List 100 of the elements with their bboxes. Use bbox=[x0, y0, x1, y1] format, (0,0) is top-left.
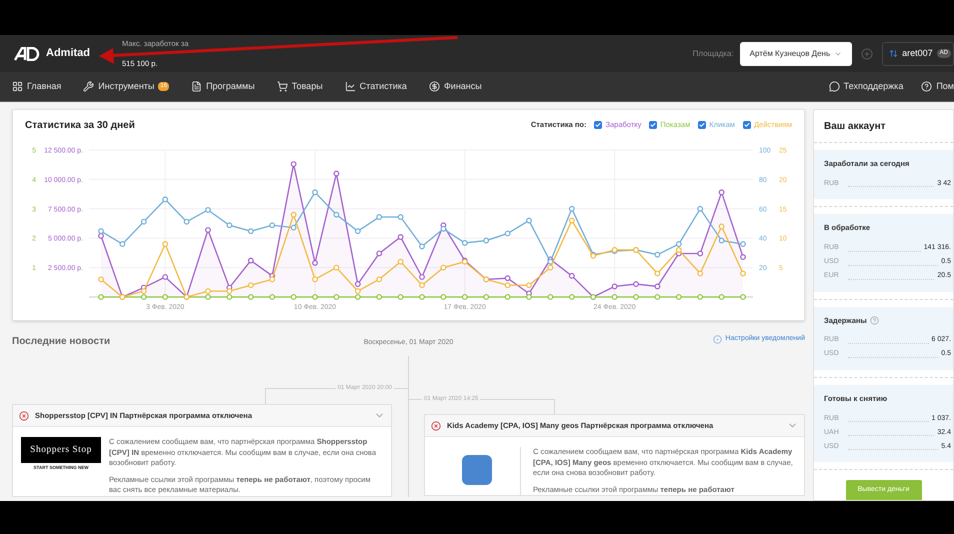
point bbox=[140, 288, 147, 294]
point bbox=[205, 227, 211, 233]
point bbox=[718, 294, 724, 300]
checkbox[interactable] bbox=[649, 121, 658, 129]
point bbox=[334, 170, 340, 176]
point bbox=[290, 294, 296, 300]
point bbox=[354, 288, 361, 294]
point bbox=[568, 294, 575, 300]
point bbox=[98, 276, 104, 282]
point bbox=[440, 226, 446, 232]
point bbox=[612, 294, 618, 300]
point bbox=[376, 250, 382, 256]
point bbox=[162, 274, 168, 280]
point bbox=[526, 218, 532, 224]
point bbox=[290, 161, 296, 168]
panel-title: Ваш аккаунт bbox=[824, 120, 886, 134]
cart-icon bbox=[276, 81, 288, 92]
point bbox=[334, 264, 340, 270]
grid-icon bbox=[12, 81, 23, 92]
nav-item[interactable]: Программы bbox=[191, 80, 255, 94]
point bbox=[697, 206, 704, 212]
logo-icon bbox=[14, 46, 40, 60]
error-icon bbox=[431, 420, 441, 430]
point bbox=[718, 238, 724, 244]
point bbox=[269, 294, 276, 300]
point bbox=[676, 247, 682, 253]
point bbox=[205, 288, 211, 294]
point bbox=[504, 282, 510, 288]
point bbox=[633, 294, 639, 300]
nav-item[interactable]: Товары bbox=[276, 80, 323, 94]
store-logo: Shoppers Stop bbox=[21, 437, 101, 463]
nav-item[interactable]: Главная bbox=[12, 80, 62, 94]
point bbox=[398, 214, 404, 220]
point bbox=[676, 241, 682, 247]
point bbox=[740, 254, 746, 260]
section-title: Последние новости bbox=[12, 335, 112, 349]
point bbox=[334, 212, 340, 218]
help-icon bbox=[921, 81, 932, 92]
point bbox=[354, 228, 361, 234]
point bbox=[654, 270, 660, 276]
checkbox[interactable] bbox=[594, 121, 602, 129]
point bbox=[483, 294, 490, 300]
dollar-icon bbox=[428, 81, 440, 92]
nav-item[interactable]: Статистика bbox=[344, 80, 407, 94]
point bbox=[248, 228, 254, 234]
point bbox=[740, 270, 746, 276]
point bbox=[290, 212, 296, 218]
point bbox=[354, 294, 361, 300]
point bbox=[483, 238, 490, 244]
point bbox=[676, 294, 682, 300]
point bbox=[312, 294, 318, 300]
point bbox=[354, 281, 361, 287]
point bbox=[162, 294, 168, 300]
chart-icon bbox=[344, 81, 356, 92]
point bbox=[98, 294, 104, 300]
point bbox=[248, 282, 254, 288]
nav-item[interactable]: Финансы bbox=[428, 80, 482, 94]
point bbox=[312, 189, 318, 196]
point bbox=[376, 294, 382, 300]
point bbox=[376, 214, 382, 220]
point bbox=[162, 241, 168, 247]
point bbox=[654, 294, 660, 300]
point bbox=[462, 294, 468, 300]
platform-select[interactable]: Артём Кузнецов День bbox=[740, 42, 852, 66]
point bbox=[248, 294, 254, 300]
arrows-icon bbox=[889, 49, 898, 58]
point bbox=[312, 276, 318, 282]
chart-title: Статистика за 30 дней bbox=[25, 118, 135, 132]
nav-item[interactable]: Техподдержка bbox=[828, 80, 904, 94]
point bbox=[226, 288, 232, 294]
point bbox=[740, 241, 746, 247]
checkbox[interactable] bbox=[742, 121, 751, 129]
point bbox=[419, 244, 425, 250]
error-icon bbox=[19, 410, 29, 420]
document-icon bbox=[191, 81, 202, 92]
help-icon[interactable] bbox=[870, 316, 879, 325]
point bbox=[226, 222, 232, 228]
point bbox=[120, 241, 126, 247]
point bbox=[462, 240, 468, 246]
point bbox=[568, 206, 575, 212]
point bbox=[248, 258, 254, 264]
point bbox=[740, 294, 746, 300]
point bbox=[205, 207, 211, 213]
point bbox=[548, 264, 554, 270]
settings-icon bbox=[713, 334, 722, 344]
chat-icon bbox=[828, 81, 840, 92]
point bbox=[568, 218, 575, 224]
point bbox=[697, 294, 704, 300]
point bbox=[98, 228, 104, 234]
point bbox=[398, 258, 404, 265]
point bbox=[718, 224, 724, 230]
wrench-icon bbox=[83, 81, 94, 92]
point bbox=[398, 234, 404, 240]
point bbox=[697, 250, 704, 256]
platform-label: Площадка: bbox=[692, 48, 734, 60]
point bbox=[334, 294, 340, 300]
point bbox=[526, 282, 532, 288]
nav-item[interactable]: Пом bbox=[921, 80, 954, 94]
checkbox[interactable] bbox=[698, 121, 706, 129]
point bbox=[290, 224, 296, 231]
